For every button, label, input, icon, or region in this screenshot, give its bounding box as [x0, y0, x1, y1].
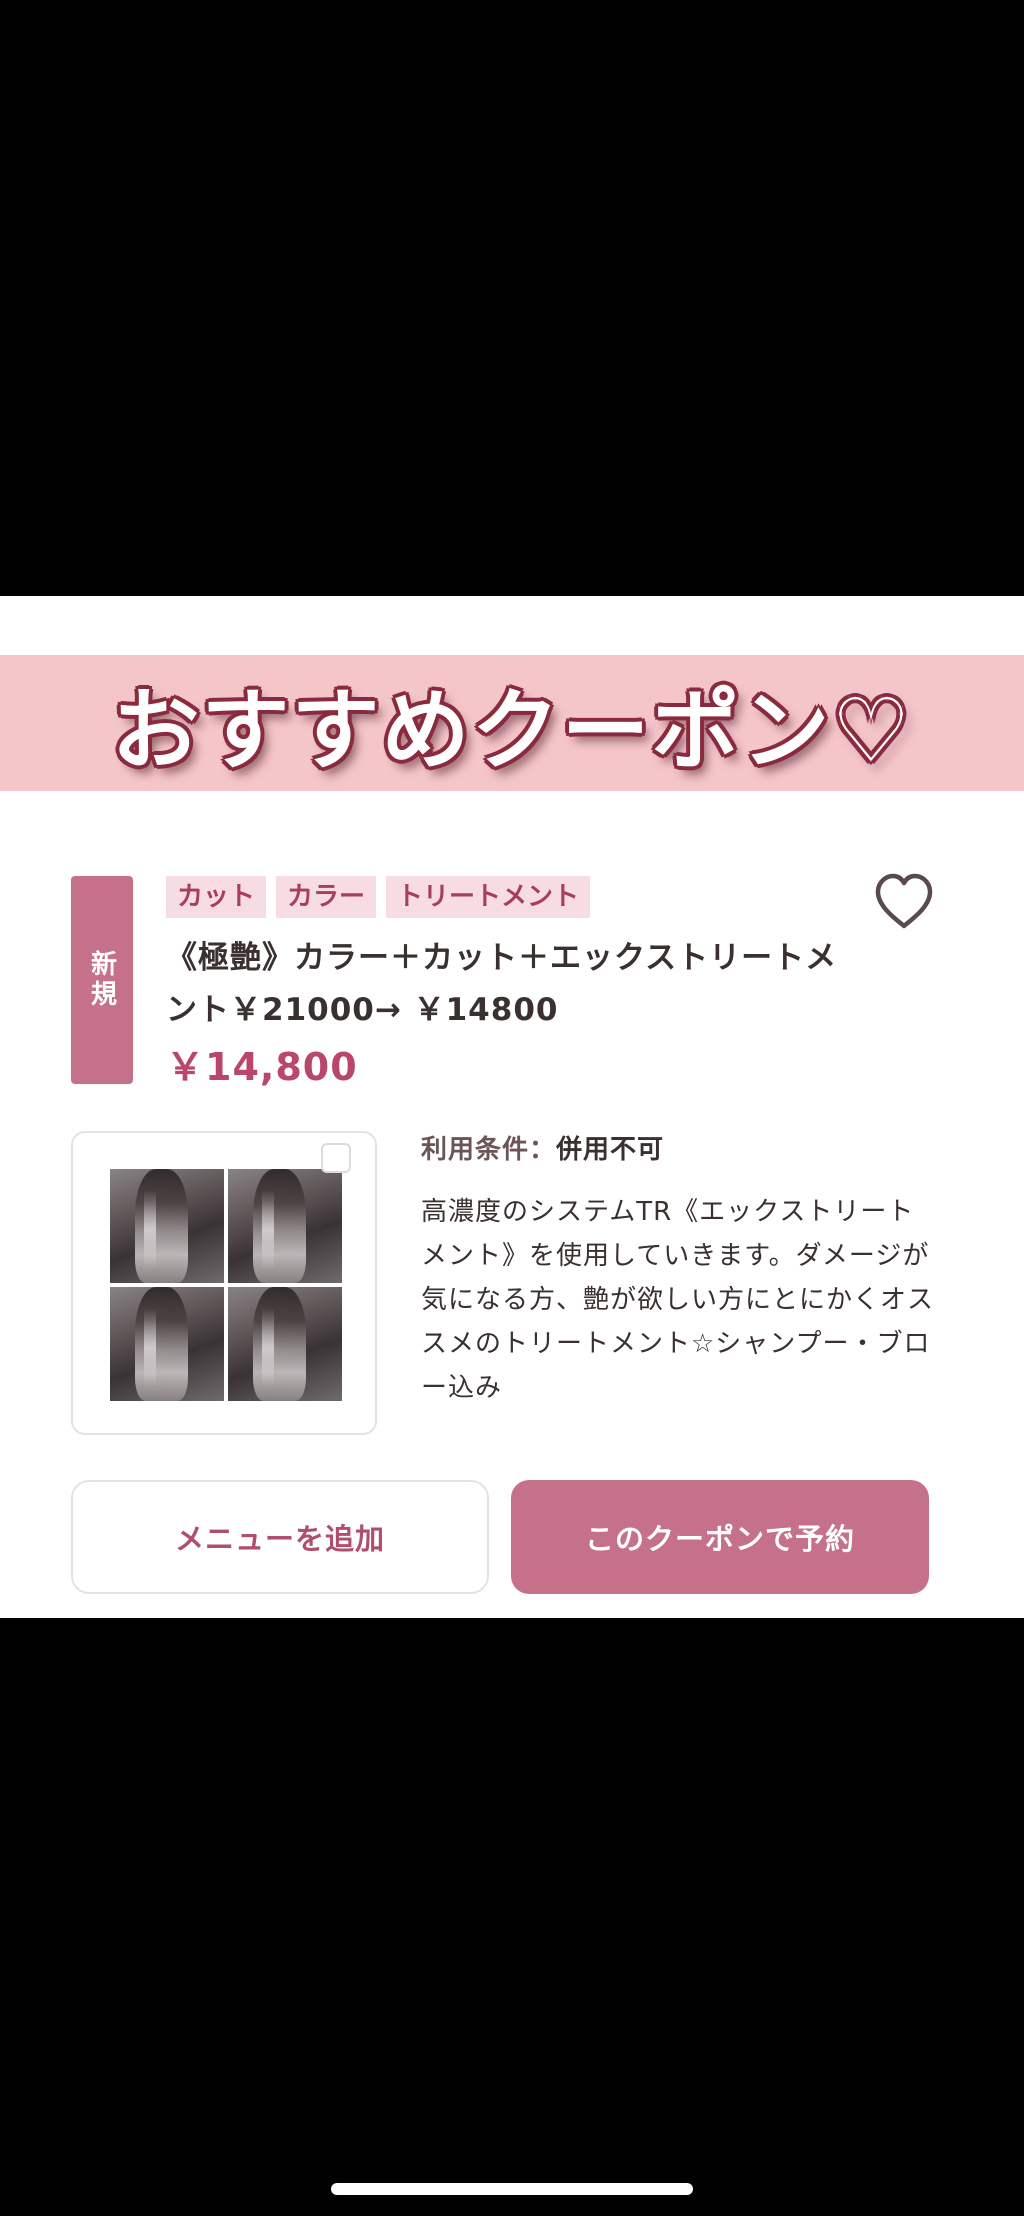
menu-tags: カット カラー トリートメント — [166, 876, 591, 918]
tag-color: カラー — [276, 876, 377, 918]
banner-title: おすすめクーポン♡ — [111, 677, 913, 782]
reserve-with-coupon-button[interactable]: このクーポンで予約 — [511, 1480, 929, 1594]
hair-photo-2 — [228, 1169, 342, 1283]
recommended-coupon-banner: おすすめクーポン♡ — [0, 655, 1024, 791]
usage-conditions: 利用条件：併用不可 — [421, 1129, 664, 1166]
conditions-label: 利用条件： — [421, 1135, 557, 1165]
new-badge-label: 新規 — [86, 950, 117, 1010]
favorite-button[interactable] — [870, 868, 938, 936]
home-indicator[interactable] — [331, 2183, 693, 2195]
conditions-value: 併用不可 — [556, 1135, 665, 1165]
hair-photo-1 — [110, 1169, 224, 1283]
coupon-photo[interactable] — [71, 1131, 377, 1435]
add-menu-button[interactable]: メニューを追加 — [71, 1480, 489, 1594]
coupon-description: 高濃度のシステムTR《エックストリートメント》を使用していきます。ダメージが気に… — [421, 1197, 935, 1403]
coupon-title: 《極艶》カラー＋カット＋エックストリートメント￥21000→ ￥14800 — [166, 940, 838, 1028]
tag-treatment: トリートメント — [386, 876, 591, 918]
coupon-price: ￥14,800 — [166, 1045, 358, 1089]
tag-cut: カット — [166, 876, 267, 918]
hair-photo-4 — [228, 1287, 342, 1401]
hair-photo-3 — [110, 1287, 224, 1401]
hair-photo-collage — [110, 1169, 342, 1401]
heart-outline-icon — [875, 873, 933, 929]
coupon-card: おすすめクーポン♡ 新規 カット カラー トリートメント 《極艶》カラー＋カット… — [0, 596, 1024, 1618]
new-customer-badge: 新規 — [71, 876, 133, 1084]
photo-gallery-icon — [321, 1143, 351, 1173]
